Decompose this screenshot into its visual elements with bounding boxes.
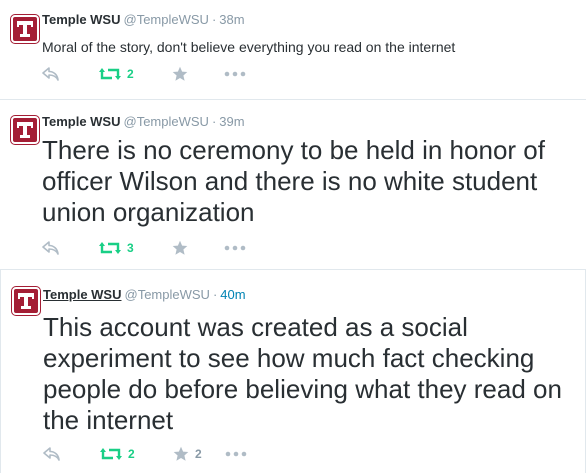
reply-button[interactable]	[42, 238, 60, 258]
retweet-icon	[99, 242, 121, 254]
favorite-button[interactable]	[172, 238, 194, 258]
username[interactable]: @TempleWSU	[124, 12, 209, 27]
star-icon	[172, 66, 188, 81]
tweet-header: Temple WSU @TempleWSU · 39m	[42, 114, 245, 130]
tweet-text: There is no ceremony to be held in honor…	[42, 135, 545, 227]
reply-icon	[42, 67, 59, 81]
favorite-button[interactable]: 2	[173, 444, 202, 464]
fullname[interactable]: Temple WSU	[42, 114, 121, 129]
retweet-icon	[100, 448, 122, 460]
retweet-count: 2	[127, 67, 134, 81]
retweet-button[interactable]: 3	[99, 238, 134, 258]
timestamp-link[interactable]: 40m	[220, 287, 245, 302]
tweet-header: Temple WSU @TempleWSU · 40m	[43, 287, 246, 303]
tweet[interactable]: Temple WSU @TempleWSU · 38m Moral of the st…	[0, 0, 586, 100]
tweet-text: Moral of the story, don't believe everyt…	[42, 39, 456, 55]
temple-logo-icon[interactable]	[11, 116, 39, 144]
timestamp-link[interactable]: 38m	[219, 12, 244, 27]
temple-logo-icon[interactable]	[11, 15, 39, 43]
timestamp-link[interactable]: 39m	[219, 114, 244, 129]
retweet-button[interactable]: 2	[100, 444, 135, 464]
reply-button[interactable]	[42, 64, 60, 84]
more-button[interactable]	[224, 64, 246, 84]
favorite-count: 2	[195, 447, 202, 461]
username[interactable]: @TempleWSU	[125, 287, 210, 302]
star-icon	[172, 240, 188, 255]
reply-button[interactable]	[43, 444, 61, 464]
retweet-count: 2	[128, 447, 135, 461]
star-icon	[173, 446, 189, 461]
fullname[interactable]: Temple WSU	[42, 12, 121, 27]
more-icon	[224, 245, 246, 251]
retweet-icon	[99, 68, 121, 80]
tweet[interactable]: Temple WSU @TempleWSU · 40m This account wa…	[0, 270, 586, 473]
tweet-text: This account was created as a social exp…	[43, 312, 562, 435]
retweet-count: 3	[127, 241, 134, 255]
timeline: Temple WSU @TempleWSU · 38m Moral of the st…	[0, 0, 586, 473]
more-icon	[225, 451, 247, 457]
retweet-button[interactable]: 2	[99, 64, 134, 84]
temple-logo-icon[interactable]	[12, 287, 40, 315]
tweet[interactable]: Temple WSU @TempleWSU · 39m There is no cer…	[0, 100, 586, 270]
separator: ·	[211, 114, 217, 129]
reply-icon	[42, 241, 59, 255]
reply-icon	[43, 447, 60, 461]
fullname[interactable]: Temple WSU	[43, 287, 122, 302]
more-button[interactable]	[224, 238, 246, 258]
separator: ·	[211, 12, 217, 27]
username[interactable]: @TempleWSU	[124, 114, 209, 129]
favorite-button[interactable]	[172, 64, 194, 84]
more-button[interactable]	[225, 444, 247, 464]
more-icon	[224, 71, 246, 77]
tweet-header: Temple WSU @TempleWSU · 38m	[42, 12, 245, 28]
separator: ·	[212, 287, 218, 302]
